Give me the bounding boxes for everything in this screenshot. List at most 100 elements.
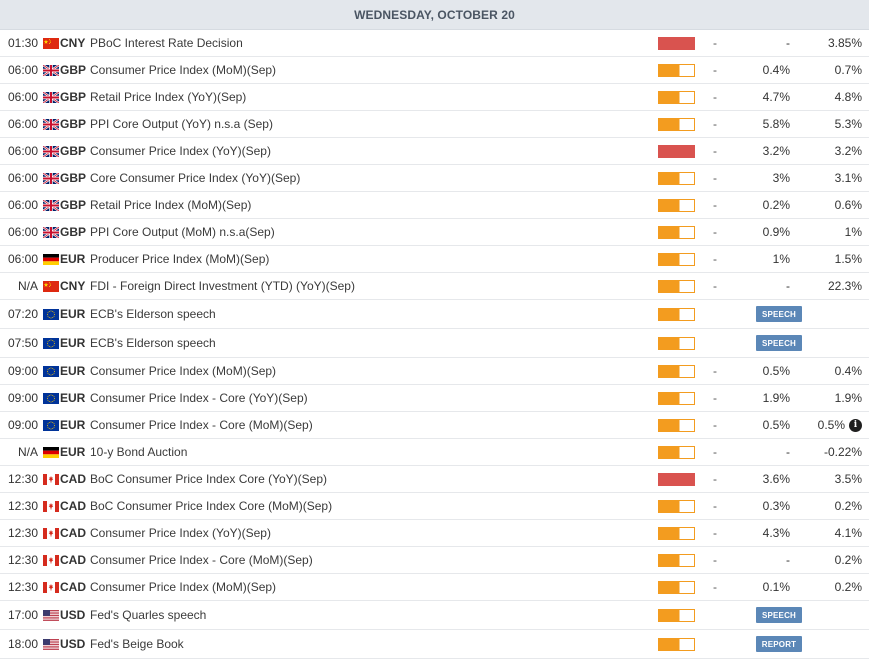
event-title[interactable]: PBoC Interest Rate Decision (90, 30, 650, 56)
event-previous-value: 4.8% (834, 90, 862, 104)
event-row[interactable]: 12:30 CAD BoC Consumer Price Index Core (M… (0, 493, 869, 520)
event-title[interactable]: Consumer Price Index (YoY)(Sep) (90, 520, 650, 546)
impact-high-bar (658, 144, 695, 158)
event-previous: 1.5% (796, 246, 862, 272)
event-title[interactable]: ECB's Elderson speech (90, 300, 650, 328)
event-currency: EUR (60, 364, 86, 378)
impact-indicator (658, 246, 695, 272)
germany-flag-icon (43, 439, 59, 465)
event-previous: 4.8% (796, 84, 862, 110)
event-title[interactable]: Consumer Price Index (MoM)(Sep) (90, 574, 650, 600)
event-time: 06:00 (7, 90, 38, 104)
impact-high-bar (658, 472, 695, 486)
event-row[interactable]: 17:00 USD Fed's Quarles speech SPEECH (0, 601, 869, 630)
event-currency: GBP (60, 144, 87, 158)
event-time: 18:00 (7, 637, 38, 651)
event-consensus: 0.4% (762, 63, 790, 77)
event-title[interactable]: Retail Price Index (MoM)(Sep) (90, 192, 650, 218)
eu-flag-icon (43, 412, 59, 438)
event-previous-value: 0.2% (834, 499, 862, 513)
event-row[interactable]: 06:00 GBP Consumer Price Index (YoY)(Sep) -… (0, 138, 869, 165)
event-title[interactable]: Consumer Price Index - Core (MoM)(Sep) (90, 547, 650, 573)
event-title[interactable]: Consumer Price Index (MoM)(Sep) (90, 358, 650, 384)
event-title[interactable]: Retail Price Index (YoY)(Sep) (90, 84, 650, 110)
event-actual: - (713, 252, 717, 266)
impact-high-bar (658, 36, 695, 50)
event-currency: CNY (60, 36, 86, 50)
event-title[interactable]: ECB's Elderson speech (90, 329, 650, 357)
event-previous-value: 0.4% (834, 364, 862, 378)
event-title[interactable]: PPI Core Output (MoM) n.s.a(Sep) (90, 219, 650, 245)
event-row[interactable]: 07:20 EUR ECB's Elderson speech SPEECH (0, 300, 869, 329)
event-title[interactable]: Consumer Price Index - Core (MoM)(Sep) (90, 412, 650, 438)
speech-badge[interactable]: SPEECH (756, 607, 802, 623)
event-row[interactable]: N/A EUR 10-y Bond Auction - - -0.22% (0, 439, 869, 466)
event-row[interactable]: 09:00 EUR Consumer Price Index (MoM)(Sep) -… (0, 358, 869, 385)
event-row[interactable]: 01:30 CNY PBoC Interest Rate Decision - - 3.8… (0, 30, 869, 57)
event-row[interactable]: 12:30 CAD Consumer Price Index - Core (MoM… (0, 547, 869, 574)
event-previous-value: 3.85% (827, 36, 862, 50)
event-row[interactable]: 06:00 GBP Retail Price Index (MoM)(Sep) - 0.… (0, 192, 869, 219)
event-consensus: 1% (772, 252, 790, 266)
event-title[interactable]: Fed's Quarles speech (90, 601, 650, 629)
event-title[interactable]: Consumer Price Index - Core (YoY)(Sep) (90, 385, 650, 411)
impact-medium-bar (658, 198, 695, 212)
event-time: 07:50 (7, 336, 38, 350)
event-previous: 3.2% (796, 138, 862, 164)
event-title[interactable]: Fed's Beige Book (90, 630, 650, 658)
event-title[interactable]: FDI - Foreign Direct Investment (YTD) (Y… (90, 273, 650, 299)
event-row[interactable]: 06:00 EUR Producer Price Index (MoM)(Sep) -… (0, 246, 869, 273)
event-row[interactable]: 06:00 GBP Core Consumer Price Index (YoY)(… (0, 165, 869, 192)
event-title[interactable]: Producer Price Index (MoM)(Sep) (90, 246, 650, 272)
canada-flag-icon (43, 520, 59, 546)
event-title[interactable]: BoC Consumer Price Index Core (MoM)(Sep) (90, 493, 650, 519)
event-row[interactable]: N/A CNY FDI - Foreign Direct Investment (Y… (0, 273, 869, 300)
event-row[interactable]: 09:00 EUR Consumer Price Index - Core (MoM… (0, 412, 869, 439)
impact-medium-bar (658, 499, 695, 513)
impact-indicator (658, 30, 695, 56)
impact-indicator (658, 57, 695, 83)
event-row[interactable]: 09:00 EUR Consumer Price Index - Core (YoY… (0, 385, 869, 412)
event-title[interactable]: Consumer Price Index (YoY)(Sep) (90, 138, 650, 164)
event-actual: - (713, 63, 717, 77)
event-row[interactable]: 07:50 EUR ECB's Elderson speech SPEECH (0, 329, 869, 358)
speech-badge[interactable]: SPEECH (756, 306, 802, 322)
impact-medium-bar (658, 391, 695, 405)
event-consensus: - (786, 445, 790, 459)
impact-medium-bar (658, 63, 695, 77)
event-time: 01:30 (7, 36, 38, 50)
uk-flag-icon (43, 111, 59, 137)
event-previous: 0.4% (796, 358, 862, 384)
event-title[interactable]: Core Consumer Price Index (YoY)(Sep) (90, 165, 650, 191)
event-row[interactable]: 06:00 GBP PPI Core Output (YoY) n.s.a (Sep… (0, 111, 869, 138)
event-title[interactable]: 10-y Bond Auction (90, 439, 650, 465)
event-title[interactable]: PPI Core Output (YoY) n.s.a (Sep) (90, 111, 650, 137)
event-previous-value: 3.5% (834, 472, 862, 486)
event-previous: 3.1% (796, 165, 862, 191)
event-title[interactable]: Consumer Price Index (MoM)(Sep) (90, 57, 650, 83)
event-row[interactable]: 18:00 USD Fed's Beige Book REPORT (0, 630, 869, 659)
event-actual: - (713, 526, 717, 540)
event-consensus: 3.2% (762, 144, 790, 158)
event-row[interactable]: 12:30 CAD Consumer Price Index (MoM)(Sep) -… (0, 574, 869, 601)
impact-indicator (658, 165, 695, 191)
event-consensus: 3.6% (762, 472, 790, 486)
impact-indicator (658, 329, 695, 357)
event-title[interactable]: BoC Consumer Price Index Core (YoY)(Sep) (90, 466, 650, 492)
impact-indicator (658, 385, 695, 411)
event-row[interactable]: 06:00 GBP Retail Price Index (YoY)(Sep) - 4.… (0, 84, 869, 111)
info-icon[interactable]: i (849, 418, 862, 432)
event-currency: GBP (60, 117, 87, 131)
event-time: 09:00 (7, 364, 38, 378)
event-row[interactable]: 12:30 CAD Consumer Price Index (YoY)(Sep) -… (0, 520, 869, 547)
report-badge[interactable]: REPORT (756, 636, 802, 652)
event-currency: GBP (60, 225, 87, 239)
event-row[interactable]: 06:00 GBP PPI Core Output (MoM) n.s.a(Sep)… (0, 219, 869, 246)
event-row[interactable]: 06:00 GBP Consumer Price Index (MoM)(Sep) -… (0, 57, 869, 84)
speech-badge[interactable]: SPEECH (756, 335, 802, 351)
impact-indicator (658, 111, 695, 137)
uk-flag-icon (43, 138, 59, 164)
event-previous-value: 1.5% (834, 252, 862, 266)
event-row[interactable]: 12:30 CAD BoC Consumer Price Index Core (Y… (0, 466, 869, 493)
event-previous-value: -0.22% (823, 445, 862, 459)
